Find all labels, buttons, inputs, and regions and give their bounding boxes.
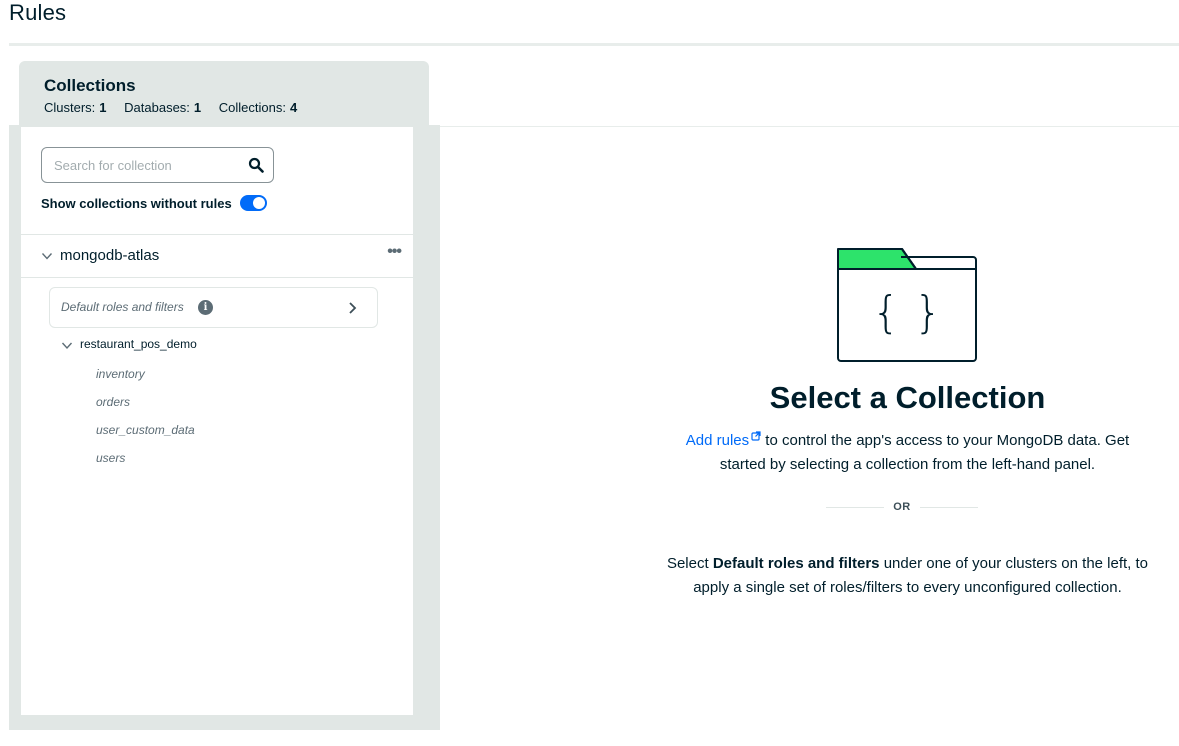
show-without-rules-label: Show collections without rules: [41, 195, 232, 211]
cluster-row[interactable]: mongodb-atlas •••: [21, 235, 413, 277]
default-roles-card[interactable]: Default roles and filters i: [49, 287, 378, 328]
chevron-down-icon[interactable]: [41, 251, 53, 261]
empty-state-title: Select a Collection: [769, 380, 1046, 415]
database-name[interactable]: restaurant_pos_demo: [80, 337, 197, 351]
search-icon[interactable]: [248, 157, 264, 173]
cluster-name[interactable]: mongodb-atlas: [60, 247, 159, 264]
collections-panel: Show collections without rules mongodb-a…: [20, 127, 414, 716]
empty-desc2-line-2: apply a single set of roles/filters to e…: [693, 579, 1122, 596]
empty-desc-line-2: started by selecting a collection from t…: [719, 456, 1096, 473]
show-without-rules-toggle[interactable]: [239, 195, 267, 211]
or-line-left: [826, 507, 884, 508]
empty-desc2-prefix: Select: [666, 555, 713, 572]
title-divider: [9, 43, 1179, 46]
panel-divider: [21, 277, 413, 278]
or-text: OR: [893, 501, 911, 513]
add-rules-link-label[interactable]: Add rules: [686, 432, 749, 449]
collections-tab: Collections Clusters: 1 Databases: 1 Colle…: [19, 61, 429, 131]
stat-collections-value: 4: [289, 100, 298, 115]
info-icon[interactable]: i: [198, 300, 213, 315]
collection-item[interactable]: orders: [96, 395, 130, 409]
content-divider: [440, 126, 1179, 127]
collection-item[interactable]: inventory: [96, 367, 145, 381]
toggle-knob: [252, 197, 265, 209]
show-without-rules-row: Show collections without rules: [41, 194, 267, 212]
stat-databases: Databases: 1: [124, 100, 201, 115]
stat-clusters-value: 1: [99, 100, 107, 115]
external-link-icon[interactable]: [751, 431, 761, 441]
or-separator: OR: [826, 500, 978, 516]
collections-stats: Clusters: 1 Databases: 1 Collections: 4: [44, 100, 311, 115]
collection-item[interactable]: users: [96, 451, 125, 465]
default-roles-label: Default roles and filters: [61, 300, 184, 314]
chevron-right-icon: [349, 302, 357, 314]
empty-state-description-2: Select Default roles and filters under o…: [640, 552, 1175, 600]
stat-collections-label: Collections:: [218, 100, 286, 115]
collections-tab-title: Collections: [44, 76, 136, 95]
stat-collections: Collections: 4: [219, 100, 297, 115]
search-input[interactable]: [54, 156, 239, 174]
empty-desc-line-1: to control the app's access to your Mong…: [761, 432, 1130, 449]
chevron-down-icon[interactable]: [61, 341, 73, 350]
or-line-right: [920, 507, 978, 508]
folder-braces-icon: { }: [837, 248, 977, 362]
empty-state-description: Add rules to control the app's access to…: [650, 429, 1165, 477]
stat-clusters: Clusters: 1: [44, 100, 107, 115]
empty-desc2-bold: Default roles and filters: [712, 555, 880, 572]
add-rules-link[interactable]: Add rules: [686, 431, 761, 449]
empty-desc2-line-1: under one of your clusters on the left, …: [879, 555, 1149, 572]
svg-text:{ }: { }: [872, 287, 942, 338]
ellipsis-icon[interactable]: •••: [387, 243, 402, 261]
stat-databases-value: 1: [193, 100, 202, 115]
search-field[interactable]: [41, 147, 274, 183]
stat-databases-label: Databases:: [124, 100, 190, 115]
collection-item[interactable]: user_custom_data: [96, 423, 195, 437]
page-title: Rules: [9, 0, 67, 25]
stat-clusters-label: Clusters:: [44, 100, 96, 115]
